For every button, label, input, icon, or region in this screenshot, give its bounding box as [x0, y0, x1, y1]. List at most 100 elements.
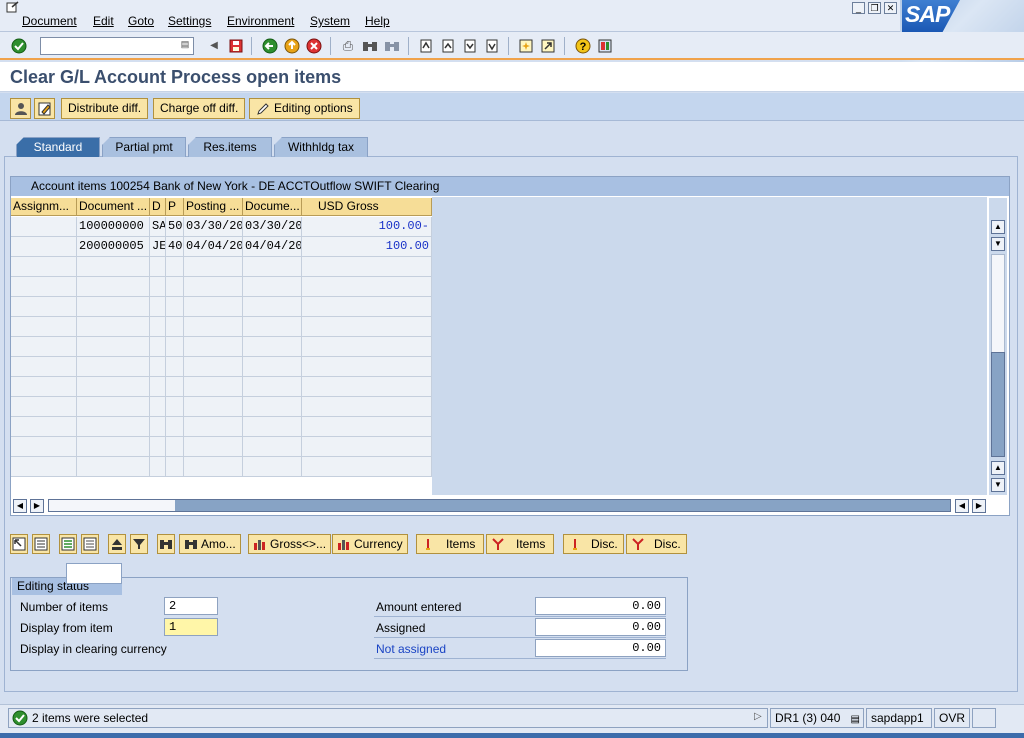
table-empty-cell[interactable]	[150, 397, 166, 417]
table-empty-cell[interactable]	[150, 317, 166, 337]
system-info-dropdown-icon[interactable]: ▤	[851, 711, 860, 729]
table-empty-cell[interactable]	[184, 277, 243, 297]
gross-net-button[interactable]: Gross<>...	[248, 534, 332, 554]
column-header-posting-date[interactable]: Posting ...	[184, 198, 243, 216]
menu-edit[interactable]: Edit	[93, 14, 114, 28]
table-cell-assignment[interactable]	[11, 237, 77, 257]
table-empty-cell[interactable]	[184, 317, 243, 337]
table-empty-cell[interactable]	[166, 317, 184, 337]
table-empty-cell[interactable]	[150, 437, 166, 457]
table-empty-cell[interactable]	[243, 457, 302, 477]
menu-document[interactable]: Document	[22, 14, 77, 28]
restore-icon[interactable]: ❐	[868, 2, 881, 14]
tab-partial-pmt[interactable]: Partial pmt	[102, 137, 186, 157]
first-page-icon[interactable]	[418, 38, 434, 54]
table-empty-cell[interactable]	[166, 377, 184, 397]
horizontal-scroll-thumb[interactable]	[49, 500, 175, 511]
table-empty-cell[interactable]	[184, 257, 243, 277]
activate-items-icon[interactable]	[59, 534, 77, 554]
previous-page-icon[interactable]	[440, 38, 456, 54]
command-history-icon[interactable]: ▤	[180, 39, 190, 53]
table-empty-cell[interactable]	[77, 417, 150, 437]
table-empty-cell[interactable]	[166, 457, 184, 477]
find-items-icon[interactable]	[157, 534, 175, 554]
disc-button-1[interactable]: Disc.	[563, 534, 624, 554]
system-menu-icon[interactable]	[6, 1, 20, 13]
scroll-page-down-icon[interactable]: ▼	[991, 478, 1005, 492]
table-cell-docdate[interactable]: 03/30/200	[243, 217, 302, 237]
table-cell-document[interactable]: 200000005	[77, 237, 150, 257]
table-empty-cell[interactable]	[150, 277, 166, 297]
tab-res-items[interactable]: Res.items	[188, 137, 272, 157]
deselect-all-icon[interactable]	[32, 534, 50, 554]
table-empty-cell[interactable]	[184, 337, 243, 357]
table-empty-cell[interactable]	[243, 317, 302, 337]
column-header-document[interactable]: Document ...	[77, 198, 150, 216]
tab-withhldg-tax[interactable]: Withhldg tax	[274, 137, 368, 157]
table-empty-cell[interactable]	[243, 357, 302, 377]
table-empty-cell[interactable]	[150, 337, 166, 357]
help-icon[interactable]: ?	[575, 38, 591, 54]
table-empty-cell[interactable]	[11, 317, 77, 337]
table-empty-cell[interactable]	[77, 317, 150, 337]
last-page-icon[interactable]	[484, 38, 500, 54]
table-empty-cell[interactable]	[302, 257, 432, 277]
table-empty-cell[interactable]	[243, 257, 302, 277]
table-empty-cell[interactable]	[243, 417, 302, 437]
table-empty-cell[interactable]	[11, 357, 77, 377]
table-empty-cell[interactable]	[302, 337, 432, 357]
column-header-usd-gross[interactable]: USD Gross	[302, 198, 432, 216]
table-empty-cell[interactable]	[11, 377, 77, 397]
shortcut-icon[interactable]	[540, 38, 556, 54]
display-from-item-input[interactable]: 1	[164, 618, 218, 636]
table-empty-cell[interactable]	[77, 277, 150, 297]
collapse-command-icon[interactable]: ◀	[206, 38, 222, 54]
table-empty-cell[interactable]	[11, 297, 77, 317]
table-empty-cell[interactable]	[150, 377, 166, 397]
table-empty-cell[interactable]	[184, 417, 243, 437]
table-cell-type[interactable]: JE	[150, 237, 166, 257]
table-empty-cell[interactable]	[11, 337, 77, 357]
table-cell-posting[interactable]: 03/30/200	[184, 217, 243, 237]
close-window-icon[interactable]: ✕	[884, 2, 897, 14]
table-empty-cell[interactable]	[243, 297, 302, 317]
print-icon[interactable]: ⎙	[340, 38, 356, 54]
enter-icon[interactable]	[11, 38, 27, 54]
table-empty-cell[interactable]	[150, 457, 166, 477]
table-empty-cell[interactable]	[150, 417, 166, 437]
table-cell-pk[interactable]: 50	[166, 217, 184, 237]
table-empty-cell[interactable]	[150, 357, 166, 377]
table-empty-cell[interactable]	[11, 277, 77, 297]
disc-button-2[interactable]: Disc.	[626, 534, 687, 554]
input-mode[interactable]: OVR	[934, 708, 970, 728]
table-empty-cell[interactable]	[150, 257, 166, 277]
table-empty-cell[interactable]	[243, 377, 302, 397]
sort-ascending-icon[interactable]	[108, 534, 126, 554]
find-icon[interactable]	[362, 38, 378, 54]
table-empty-cell[interactable]	[184, 457, 243, 477]
scroll-down-icon[interactable]: ▼	[991, 237, 1005, 251]
table-empty-cell[interactable]	[166, 257, 184, 277]
scroll-up-icon[interactable]: ▲	[991, 220, 1005, 234]
table-empty-cell[interactable]	[11, 457, 77, 477]
status-expand-icon[interactable]: ▷	[754, 711, 762, 722]
command-field[interactable]	[40, 37, 194, 55]
table-empty-cell[interactable]	[243, 437, 302, 457]
table-empty-cell[interactable]	[11, 257, 77, 277]
table-empty-cell[interactable]	[302, 457, 432, 477]
save-icon[interactable]	[228, 38, 244, 54]
table-empty-cell[interactable]	[302, 277, 432, 297]
minimize-icon[interactable]: _	[852, 2, 865, 14]
table-empty-cell[interactable]	[166, 417, 184, 437]
next-page-icon[interactable]	[462, 38, 478, 54]
table-empty-cell[interactable]	[166, 357, 184, 377]
table-empty-cell[interactable]	[184, 297, 243, 317]
table-cell-posting[interactable]: 04/04/200	[184, 237, 243, 257]
find-next-icon[interactable]	[384, 38, 400, 54]
menu-environment[interactable]: Environment	[227, 14, 294, 28]
table-empty-cell[interactable]	[77, 457, 150, 477]
cancel-icon[interactable]	[306, 38, 322, 54]
deactivate-items-icon[interactable]	[81, 534, 99, 554]
table-cell-gross[interactable]: 100.00	[302, 237, 432, 257]
table-empty-cell[interactable]	[77, 297, 150, 317]
